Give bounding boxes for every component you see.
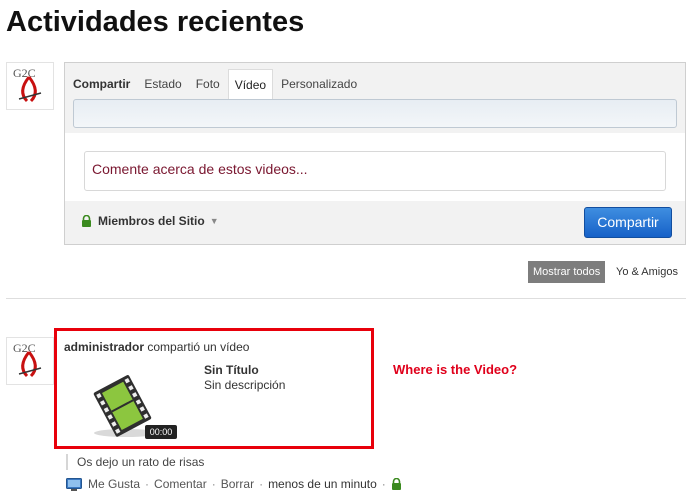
privacy-label: Miembros del Sitio [98,214,205,228]
share-url-input[interactable] [73,99,677,128]
activity-caption: Os dejo un rato de risas [66,454,204,470]
svg-text:G2C: G2C [13,341,36,355]
activity-header: administrador compartió un vídeo [64,340,249,354]
lock-icon [391,478,401,490]
share-composer: Compartir Estado Foto Vídeo Personalizad… [64,62,686,245]
tab-video[interactable]: Vídeo [227,69,274,99]
tab-estado[interactable]: Estado [138,69,187,99]
divider [6,298,686,299]
g2c-logo: G2C [13,341,42,378]
activity-item: administrador compartió un vídeo 00:00 S… [54,328,374,449]
tab-personalizado[interactable]: Personalizado [275,69,363,99]
like-link[interactable]: Me Gusta [88,477,140,491]
privacy-selector[interactable]: Miembros del Sitio ▼ [81,214,219,228]
activity-actions: Me Gusta · Comentar · Borrar · menos de … [66,476,402,492]
activity-action: compartió un vídeo [147,340,250,354]
filter-friends-button[interactable]: Yo & Amigos [616,261,678,283]
tab-foto[interactable]: Foto [190,69,226,99]
comment-field[interactable]: Comente acerca de estos videos... [84,151,666,191]
separator: · [145,477,150,491]
annotation-label: Where is the Video? [393,362,518,377]
video-description: Sin descripción [204,378,286,392]
separator: · [259,477,264,491]
video-type-icon [66,477,82,491]
share-button[interactable]: Compartir [584,207,672,238]
g2c-logo: G2C [13,66,42,103]
comment-area: Comente acerca de estos videos... [65,133,685,201]
separator: · [381,477,386,491]
video-title[interactable]: Sin Título [204,363,259,377]
delete-link[interactable]: Borrar [221,477,254,491]
timestamp: menos de un minuto [268,477,377,491]
page-title: Actividades recientes [6,6,305,38]
avatar[interactable]: G2C [6,62,54,110]
lock-icon [82,215,91,227]
tab-compartir[interactable]: Compartir [67,69,136,99]
svg-text:G2C: G2C [13,66,36,80]
video-duration: 00:00 [145,425,177,439]
actor-link[interactable]: administrador [64,340,144,354]
comment-link[interactable]: Comentar [154,477,207,491]
filter-all-button[interactable]: Mostrar todos [528,261,606,283]
separator: · [211,477,216,491]
avatar[interactable]: G2C [6,337,54,385]
composer-tabs: Compartir Estado Foto Vídeo Personalizad… [65,69,363,99]
chevron-down-icon: ▼ [209,216,219,226]
